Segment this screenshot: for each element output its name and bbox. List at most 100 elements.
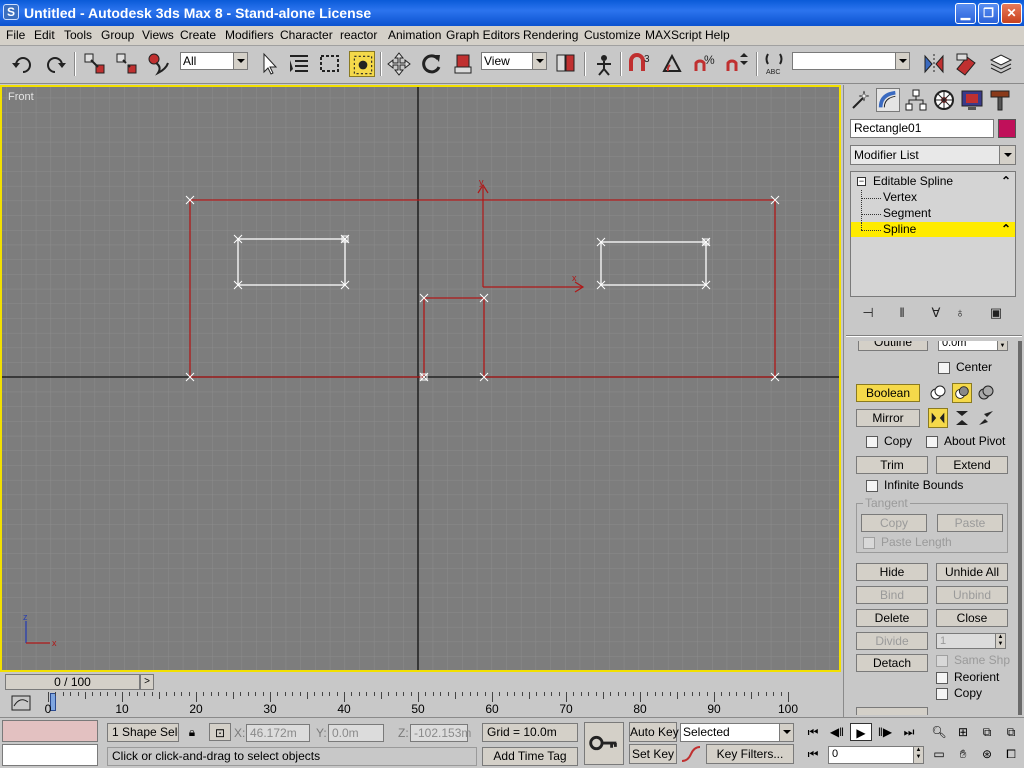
key-filters-button[interactable]: Key Filters... [706,744,794,764]
reorient-checkbox[interactable]: Reorient [936,670,999,686]
auto-key-button[interactable]: Auto Key [629,722,679,742]
absolute-mode-toggle[interactable]: ⊡ [209,723,231,741]
track-bar[interactable]: 0 10 20 30 40 50 60 70 80 90 100 [0,692,841,716]
menu-graph-editors[interactable]: Graph Editors [446,28,520,42]
field-of-view-button[interactable]: ▭ [928,745,950,763]
snaps-toggle-button[interactable]: 3 [627,51,653,77]
viewport-label[interactable]: Front [8,91,34,103]
set-keys-button[interactable] [584,722,624,765]
spinner-snap-toggle-button[interactable] [724,51,750,77]
menu-tools[interactable]: Tools [64,28,92,42]
collapse-minus-icon[interactable]: − [857,177,866,186]
select-and-rotate-button[interactable] [418,51,444,77]
panel-scrollbar[interactable] [1018,341,1022,715]
outline-spinner[interactable]: 0.0m ▲▼ [938,341,1008,351]
boolean-button[interactable]: Boolean [856,384,920,402]
menu-file[interactable]: File [6,28,25,42]
boolean-subtraction-button[interactable] [952,383,972,403]
rectangular-selection-region-button[interactable] [317,51,343,77]
menu-customize[interactable]: Customize [584,28,641,42]
unbind-button[interactable]: Unbind [936,586,1008,604]
menu-edit[interactable]: Edit [34,28,55,42]
menu-modifiers[interactable]: Modifiers [225,28,274,42]
same-shp-checkbox[interactable]: Same Shp [936,653,1010,669]
menu-animation[interactable]: Animation [388,28,441,42]
divide-button[interactable]: Divide [856,632,928,650]
configure-modifier-sets-icon[interactable]: ▣ [986,303,1006,323]
hide-button[interactable]: Hide [856,563,928,581]
mirror-spline-button[interactable]: Mirror [856,409,920,427]
redo-button[interactable] [42,51,68,77]
show-end-result-icon[interactable]: ‖ [892,303,912,323]
remove-modifier-icon[interactable]: ♁ [950,303,970,323]
maximize-viewport-button[interactable]: ⧠ [1000,745,1022,763]
tab-hierarchy[interactable] [904,88,928,112]
select-and-scale-button[interactable] [450,51,476,77]
named-selection-sets-dropdown[interactable] [792,52,910,70]
previous-frame-button[interactable]: ◀‖ [826,723,848,741]
bind-space-warp-button[interactable] [146,51,172,77]
menu-maxscript[interactable]: MAXScript [645,28,702,42]
unhide-all-button[interactable]: Unhide All [936,563,1008,581]
menu-character[interactable]: Character [280,28,333,42]
tab-modify[interactable] [876,88,900,112]
current-frame-spinner[interactable]: 0 ▲ ▼ [828,746,924,764]
restore-button[interactable]: ❐ [978,3,999,24]
front-viewport[interactable]: y x z x Front [0,85,841,672]
close-button[interactable]: ✕ [1001,3,1022,24]
center-checkbox[interactable]: Center [938,360,992,376]
stack-item-vertex[interactable]: Vertex [851,190,1015,205]
modifier-stack[interactable]: − Editable Spline ⌃ Vertex Segment Splin… [850,171,1016,297]
menu-rendering[interactable]: Rendering [523,28,578,42]
select-object-button[interactable] [256,51,282,77]
align-button[interactable] [953,51,979,77]
arc-rotate-button[interactable]: ⊛ [976,745,998,763]
zoom-extents-all-button[interactable]: ⧉ [1000,723,1022,741]
reference-coordinate-dropdown[interactable]: View [481,52,547,70]
boolean-union-button[interactable] [928,383,948,403]
extend-button[interactable]: Extend [936,456,1008,474]
mirror-both-button[interactable] [976,408,996,428]
menu-views[interactable]: Views [142,28,174,42]
viewport-canvas[interactable]: y x z x [2,87,839,670]
frame-ruler[interactable]: 0 10 20 30 40 50 60 70 80 90 100 [45,692,798,716]
detach-button[interactable]: Detach [856,654,928,672]
trim-button[interactable]: Trim [856,456,928,474]
play-button[interactable]: ▶ [850,723,872,741]
next-frame-key-button[interactable]: ‖▶ [874,723,896,741]
menu-create[interactable]: Create [180,28,216,42]
window-crossing-toggle[interactable] [349,51,375,77]
pin-stack-icon[interactable]: ⊣ [858,303,878,323]
select-and-link-button[interactable] [82,51,108,77]
selection-lock-toggle[interactable]: 🔒︎ [181,723,203,741]
set-key-button[interactable]: Set Key [629,744,677,764]
delete-button[interactable]: Delete [856,609,928,627]
bind-button[interactable]: Bind [856,586,928,604]
tangent-paste-button[interactable]: Paste [937,514,1003,532]
pivot-point-center-button[interactable] [553,51,579,77]
layer-manager-button[interactable] [988,51,1014,77]
menu-help[interactable]: Help [705,28,730,42]
paste-length-checkbox[interactable]: Paste Length [863,535,952,551]
mirror-button[interactable] [921,51,947,77]
angle-snap-toggle-button[interactable] [660,51,686,77]
stack-item-spline[interactable]: Spline ⌃ [851,222,1015,237]
object-name-field[interactable]: Rectangle01 [850,119,994,138]
tab-motion[interactable] [932,88,956,112]
go-to-start-button[interactable]: ⏮ [802,723,824,741]
open-mini-curve-editor-button[interactable] [10,694,32,712]
default-in-out-tangents-button[interactable] [680,745,702,763]
minimize-button[interactable]: ▁ [955,3,976,24]
key-mode-dropdown[interactable]: Selected [680,723,794,742]
go-to-end-button[interactable]: ⏭ [898,723,920,741]
menu-group[interactable]: Group [101,28,134,42]
select-by-name-button[interactable] [286,51,312,77]
divide-spinner[interactable]: 1 ▲ ▼ [936,633,1006,649]
modifier-list-dropdown[interactable]: Modifier List [850,145,1016,165]
make-unique-icon[interactable]: ∀ [926,303,946,323]
mirror-horizontal-button[interactable] [928,408,948,428]
unlink-selection-button[interactable] [114,51,140,77]
stack-item-segment[interactable]: Segment [851,206,1015,221]
zoom-all-button[interactable]: ⊞ [952,723,974,741]
explode-button-partial[interactable] [856,707,928,715]
